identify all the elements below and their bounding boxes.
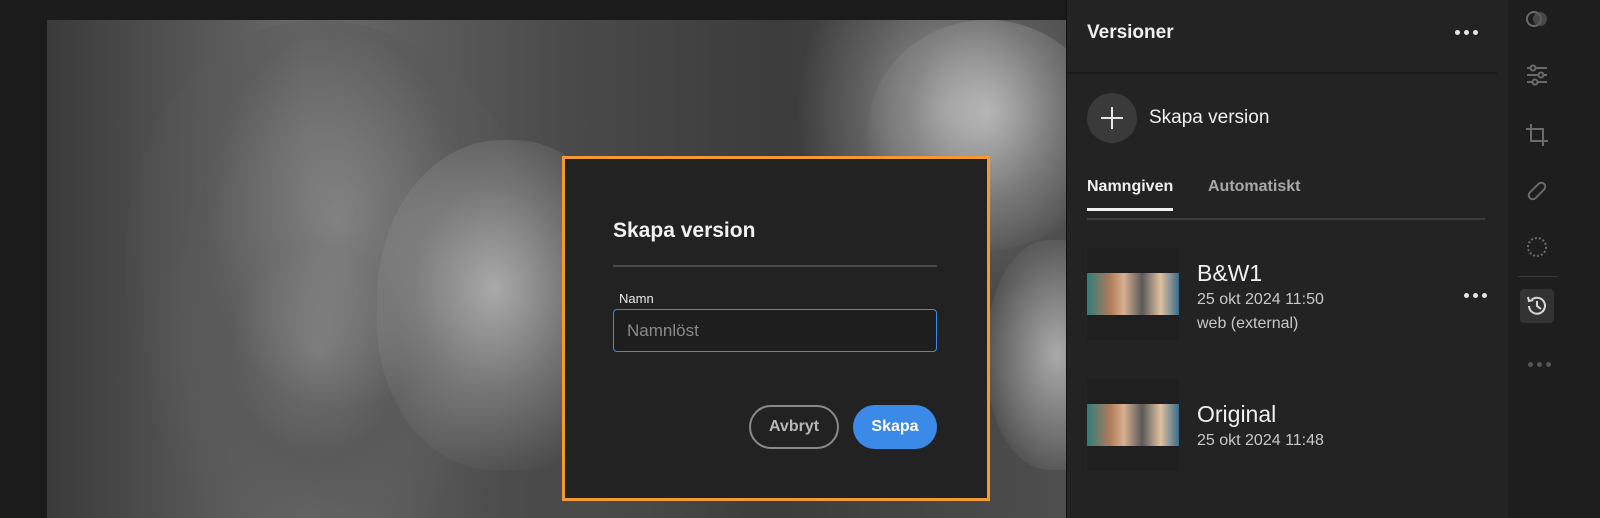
dialog-title: Skapa version <box>613 219 756 242</box>
version-date: 25 okt 2024 11:48 <box>1197 432 1324 449</box>
versions-panel: Versioner Skapa version Namngiven Automa… <box>1066 0 1509 518</box>
version-thumbnail <box>1087 248 1179 340</box>
plus-icon <box>1087 93 1137 143</box>
panel-more-icon[interactable] <box>1455 30 1478 35</box>
tab-named[interactable]: Namngiven <box>1087 178 1174 211</box>
name-input[interactable] <box>613 309 937 352</box>
presets-icon[interactable] <box>1520 2 1554 36</box>
adjust-sliders-icon[interactable] <box>1520 58 1554 92</box>
version-item[interactable]: B&W1 25 okt 2024 11:50 web (external) <box>1087 248 1487 340</box>
create-version-label: Skapa version <box>1149 107 1270 128</box>
panel-title: Versioner <box>1087 22 1174 43</box>
version-name: Original <box>1197 401 1277 427</box>
version-date: 25 okt 2024 11:50 <box>1197 291 1324 308</box>
version-source: web (external) <box>1197 315 1299 332</box>
tab-automatic[interactable]: Automatiskt <box>1208 178 1300 208</box>
version-item[interactable]: Original 25 okt 2024 11:48 <box>1087 379 1487 471</box>
more-icon[interactable] <box>1528 362 1551 367</box>
dialog-divider <box>613 265 937 267</box>
heal-bandage-icon[interactable] <box>1520 174 1554 208</box>
version-tabs: Namngiven Automatiskt <box>1087 178 1485 220</box>
version-more-icon[interactable] <box>1464 293 1487 298</box>
mask-icon[interactable] <box>1520 230 1554 264</box>
create-version-dialog: Skapa version Namn Avbryt Skapa <box>562 156 990 501</box>
version-thumbnail <box>1087 379 1179 471</box>
panel-header: Versioner <box>1067 0 1497 74</box>
create-button[interactable]: Skapa <box>853 405 937 449</box>
right-toolbar <box>1508 0 1600 518</box>
cancel-button[interactable]: Avbryt <box>749 405 839 449</box>
history-icon[interactable] <box>1520 289 1554 323</box>
toolbar-divider <box>1518 276 1558 277</box>
create-version-button[interactable]: Skapa version <box>1087 93 1269 143</box>
version-name: B&W1 <box>1197 260 1263 286</box>
crop-icon[interactable] <box>1520 118 1554 152</box>
name-field-label: Namn <box>619 291 654 306</box>
